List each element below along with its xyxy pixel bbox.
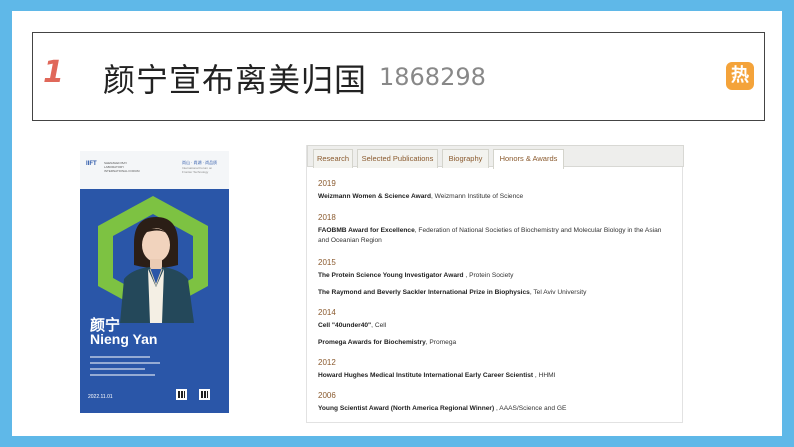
award-org: , Weizmann Institute of Science	[430, 193, 524, 200]
award-item: Young Scientist Award (North America Reg…	[318, 404, 674, 414]
poster-image: IIFT SHENZHEN BAY LABORATORY INTERNATION…	[80, 151, 229, 413]
award-name: The Raymond and Beverly Sackler Internat…	[318, 289, 530, 296]
tab-biography[interactable]: Biography	[442, 149, 489, 168]
year-heading: 2015	[318, 258, 336, 267]
hot-search-item[interactable]: 1 颜宁宣布离美归国 1868298 热	[32, 32, 765, 121]
award-org: , Tel Aviv University	[529, 289, 587, 296]
tab-bar: Research Selected Publications Biography…	[307, 145, 684, 169]
qr-code-icon	[176, 389, 187, 400]
tab-honors-awards[interactable]: Honors & Awards	[493, 149, 564, 169]
slide: 1 颜宁宣布离美归国 1868298 热 IIFT SHENZHEN BAY L…	[12, 11, 782, 436]
award-name: Weizmann Women & Science Award	[318, 193, 431, 200]
award-item: Weizmann Women & Science Award, Weizmann…	[318, 192, 674, 202]
poster-text-line	[90, 362, 160, 364]
poster-name-english: Nieng Yan	[90, 331, 158, 347]
tab-research[interactable]: Research	[313, 149, 353, 168]
hot-badge-icon: 热	[726, 62, 754, 90]
award-org: , AAAS/Science and GE	[494, 405, 567, 412]
poster-date: 2022.11.01	[88, 394, 113, 400]
award-org: , Cell	[371, 322, 387, 329]
award-name: FAOBMB Award for Excellence	[318, 227, 415, 234]
poster-tagline-sub: International Forum on Frontier Technolo…	[182, 166, 213, 174]
hot-search-topic[interactable]: 颜宁宣布离美归国	[103, 55, 367, 101]
year-heading: 2014	[318, 308, 336, 317]
poster-text-line	[90, 374, 155, 376]
award-item: The Raymond and Beverly Sackler Internat…	[318, 288, 674, 298]
award-item: Howard Hughes Medical Institute Internat…	[318, 371, 674, 381]
year-heading: 2006	[318, 391, 336, 400]
qr-code-icon	[199, 389, 210, 400]
poster-header: IIFT SHENZHEN BAY LABORATORY INTERNATION…	[80, 151, 229, 189]
year-heading: 2012	[318, 358, 336, 367]
poster-text-line	[90, 368, 145, 370]
honors-panel: Research Selected Publications Biography…	[306, 145, 684, 423]
poster-logo-subtitle: SHENZHEN BAY LABORATORY INTERNATIONAL FO…	[104, 161, 140, 173]
award-org: , HHMI	[533, 372, 556, 379]
award-name: Young Scientist Award (North America Reg…	[318, 405, 495, 412]
award-org: , Protein Society	[463, 272, 514, 279]
award-item: The Protein Science Young Investigator A…	[318, 271, 674, 281]
award-name: The Protein Science Young Investigator A…	[318, 272, 464, 279]
award-item: Promega Awards for Biochemistry, Promega	[318, 338, 674, 348]
portrait-photo	[120, 217, 194, 323]
poster-logo: IIFT	[86, 161, 97, 167]
award-item: FAOBMB Award for Excellence, Federation …	[318, 226, 674, 246]
award-name: Promega Awards for Biochemistry	[318, 339, 426, 346]
year-heading: 2019	[318, 179, 336, 188]
award-name: Cell "40under40"	[318, 322, 372, 329]
tab-selected-publications[interactable]: Selected Publications	[357, 149, 438, 168]
rank-number: 1	[43, 55, 64, 90]
award-org: , Promega	[425, 339, 457, 346]
poster-text-line	[90, 356, 150, 358]
search-count: 1868298	[379, 63, 486, 91]
award-item: Cell "40under40", Cell	[318, 321, 674, 331]
award-name: Howard Hughes Medical Institute Internat…	[318, 372, 534, 379]
year-heading: 2018	[318, 213, 336, 222]
